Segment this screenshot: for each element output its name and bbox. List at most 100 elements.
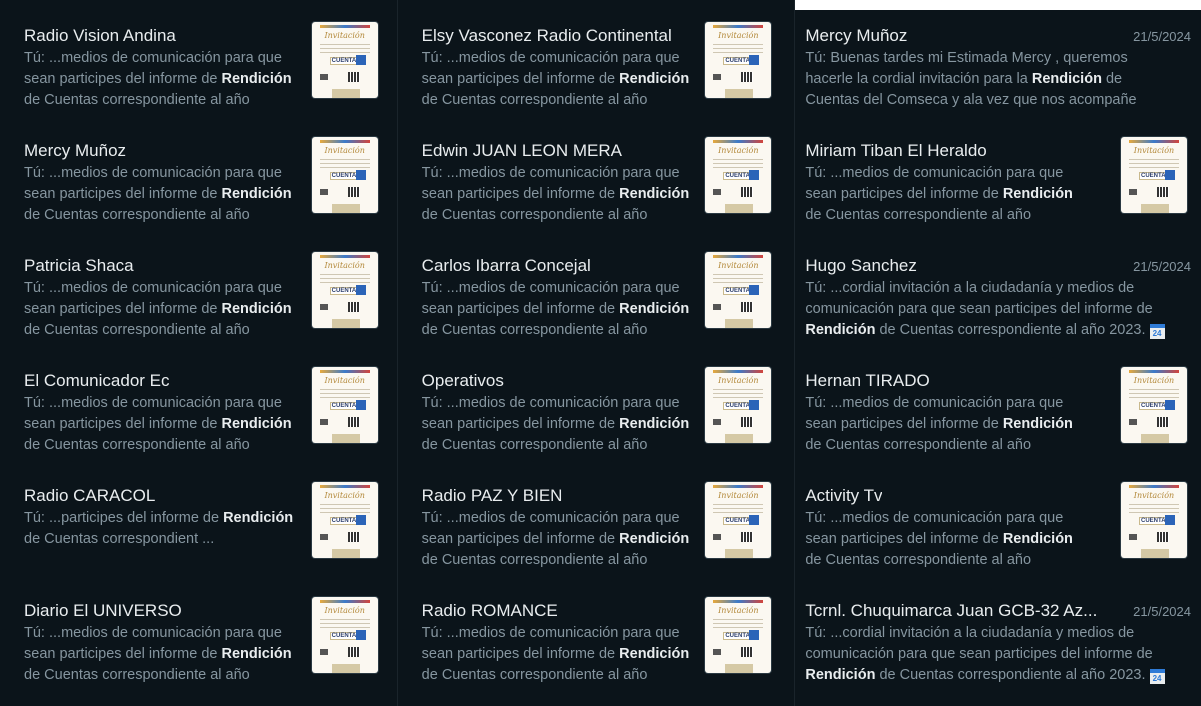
preview-prefix: Tú: ...cordial invitación a la ciudadaní… (805, 280, 1153, 317)
thumbnail-color-bar (319, 255, 370, 258)
chat-list-item[interactable]: Hernan TIRADO Tú: ...medios de comunicac… (795, 355, 1201, 453)
preview-suffix: de Cuentas correspondiente al año 2023..… (421, 207, 648, 223)
search-highlight: Rendición (1002, 416, 1073, 432)
calendar-emoji-icon: 24 (1149, 324, 1165, 339)
thumbnail-text-line (319, 504, 370, 505)
thumbnail-text-line (713, 512, 764, 513)
message-preview: Tú: ...medios de comunicación para que s… (422, 623, 700, 686)
thumbnail-text-line (319, 393, 370, 394)
chat-list-item[interactable]: Elsy Vasconez Radio Continental Tú: ...m… (398, 10, 795, 108)
message-preview: Tú: ...medios de comunicación para que s… (422, 393, 700, 456)
chat-list-item[interactable]: Radio PAZ Y BIEN Tú: ...medios de comuni… (398, 470, 795, 568)
message-preview: Tú: ...medios de comunicación para que s… (422, 163, 700, 226)
message-date: 21/5/2024 (1133, 604, 1191, 619)
chat-header: Hugo Sanchez 21/5/2024 (805, 240, 1191, 276)
thumbnail-badge-icon (749, 55, 760, 65)
chat-list-item[interactable]: Operativos Tú: ...medios de comunicación… (398, 355, 795, 453)
thumbnail-text-line (713, 52, 764, 53)
qr-code-icon (347, 532, 360, 542)
thumbnail-logo-icon (713, 74, 722, 80)
message-date: 21/5/2024 (1133, 29, 1191, 44)
chat-list-item[interactable]: Patricia Shaca Tú: ...medios de comunica… (0, 240, 397, 338)
thumbnail-badge-icon (1165, 515, 1175, 525)
invitation-image-thumbnail[interactable]: Invitación CUENTAS (1121, 482, 1187, 558)
thumbnail-logo-icon (713, 419, 722, 425)
chat-list-item[interactable]: Edwin JUAN LEON MERA Tú: ...medios de co… (398, 125, 795, 223)
message-preview: Tú: ...medios de comunicación para que s… (24, 393, 302, 456)
building-illustration-icon (725, 434, 754, 443)
contact-name: Mercy Muñoz (805, 26, 908, 45)
chat-list-item[interactable]: Radio ROMANCE Tú: ...medios de comunicac… (398, 585, 795, 683)
invitation-image-thumbnail[interactable]: Invitación CUENTAS (705, 367, 772, 443)
qr-code-icon (347, 647, 360, 657)
invitation-image-thumbnail[interactable]: Invitación CUENTAS (705, 252, 772, 328)
invitation-image-thumbnail[interactable]: Invitación CUENTAS (1121, 367, 1187, 443)
thumbnail-title: Invitación (718, 31, 759, 40)
thumbnail-color-bar (713, 600, 764, 603)
message-preview: Tú: ...cordial invitación a la ciudadaní… (805, 278, 1175, 341)
thumbnail-text-line (713, 623, 764, 624)
building-illustration-icon (725, 89, 754, 98)
building-illustration-icon (331, 549, 360, 558)
message-preview: Tú: ...cordial invitación a la ciudadaní… (805, 623, 1175, 686)
invitation-image-thumbnail[interactable]: Invitación CUENTAS (311, 482, 378, 558)
building-illustration-icon (331, 664, 360, 673)
message-preview: Tú: Buenas tardes mi Estimada Mercy , qu… (805, 48, 1175, 111)
chat-list-item[interactable]: El Comunicador Ec Tú: ...medios de comun… (0, 355, 397, 453)
chat-list-item[interactable]: Mercy Muñoz Tú: ...medios de comunicació… (0, 125, 397, 223)
invitation-image-thumbnail[interactable]: Invitación CUENTAS (311, 252, 378, 328)
chat-list-item[interactable]: Carlos Ibarra Concejal Tú: ...medios de … (398, 240, 795, 338)
invitation-image-thumbnail[interactable]: Invitación CUENTAS (1121, 137, 1187, 213)
search-highlight: Rendición (221, 416, 292, 432)
thumbnail-logo-icon (1129, 189, 1137, 195)
thumbnail-text-line (713, 282, 764, 283)
message-preview: Tú: ...medios de comunicación para que s… (24, 48, 302, 111)
qr-code-icon (741, 72, 754, 82)
search-highlight: Rendición (223, 510, 294, 526)
chat-list-item[interactable]: Radio CARACOL Tú: ...participes del info… (0, 470, 397, 562)
thumbnail-badge-icon (355, 400, 366, 410)
chat-list-item[interactable]: Tcrnl. Chuquimarca Juan GCB-32 Az... 21/… (795, 585, 1201, 684)
thumbnail-title: Invitación (324, 606, 365, 615)
thumbnail-color-bar (713, 25, 764, 28)
chat-list-item[interactable]: Miriam Tiban El Heraldo Tú: ...medios de… (795, 125, 1201, 223)
thumbnail-title: Invitación (324, 491, 365, 500)
thumbnail-text-line (713, 504, 764, 505)
message-preview: Tú: ...participes del informe de Rendici… (24, 508, 302, 571)
invitation-image-thumbnail[interactable]: Invitación CUENTAS (705, 137, 772, 213)
chat-list-item[interactable]: Radio Vision Andina Tú: ...medios de com… (0, 10, 397, 108)
chat-list-item[interactable]: Activity Tv Tú: ...medios de comunicació… (795, 470, 1201, 568)
thumbnail-color-bar (319, 140, 370, 143)
invitation-image-thumbnail[interactable]: Invitación CUENTAS (705, 597, 772, 673)
invitation-image-thumbnail[interactable]: Invitación CUENTAS (705, 22, 772, 98)
thumbnail-text-line (319, 389, 370, 390)
thumbnail-text-line (319, 282, 370, 283)
message-preview: Tú: ...medios de comunicación para que s… (805, 508, 1083, 571)
thumbnail-badge-icon (749, 630, 760, 640)
chat-list-item[interactable]: Diario El UNIVERSO Tú: ...medios de comu… (0, 585, 397, 683)
chat-list-item[interactable]: Hugo Sanchez 21/5/2024 Tú: ...cordial in… (795, 240, 1201, 339)
thumbnail-text-line (1129, 389, 1179, 390)
thumbnail-text-line (319, 159, 370, 160)
search-highlight: Rendición (805, 667, 876, 683)
invitation-image-thumbnail[interactable]: Invitación CUENTAS (705, 482, 772, 558)
preview-suffix: de Cuentas correspondiente al año 2023..… (421, 322, 648, 338)
contact-name: Tcrnl. Chuquimarca Juan GCB-32 Az... (805, 601, 1098, 620)
contact-name: Operativos (421, 371, 504, 390)
qr-code-icon (347, 417, 360, 427)
invitation-image-thumbnail[interactable]: Invitación CUENTAS (311, 22, 378, 98)
message-preview: Tú: ...medios de comunicación para que s… (24, 623, 302, 686)
invitation-image-thumbnail[interactable]: Invitación CUENTAS (311, 597, 378, 673)
search-highlight: Rendición (619, 71, 690, 87)
invitation-image-thumbnail[interactable]: Invitación CUENTAS (311, 137, 378, 213)
message-date: 21/5/2024 (1133, 259, 1191, 274)
invitation-image-thumbnail[interactable]: Invitación CUENTAS (311, 367, 378, 443)
contact-name: El Comunicador Ec (24, 371, 170, 390)
building-illustration-icon (725, 549, 754, 558)
qr-code-icon (741, 532, 754, 542)
thumbnail-badge-icon (749, 515, 760, 525)
thumbnail-text-line (319, 512, 370, 513)
chat-list-item[interactable]: Mercy Muñoz 21/5/2024 Tú: Buenas tardes … (795, 10, 1201, 108)
contact-name: Elsy Vasconez Radio Continental (421, 26, 672, 45)
contact-name: Radio CARACOL (24, 486, 156, 505)
